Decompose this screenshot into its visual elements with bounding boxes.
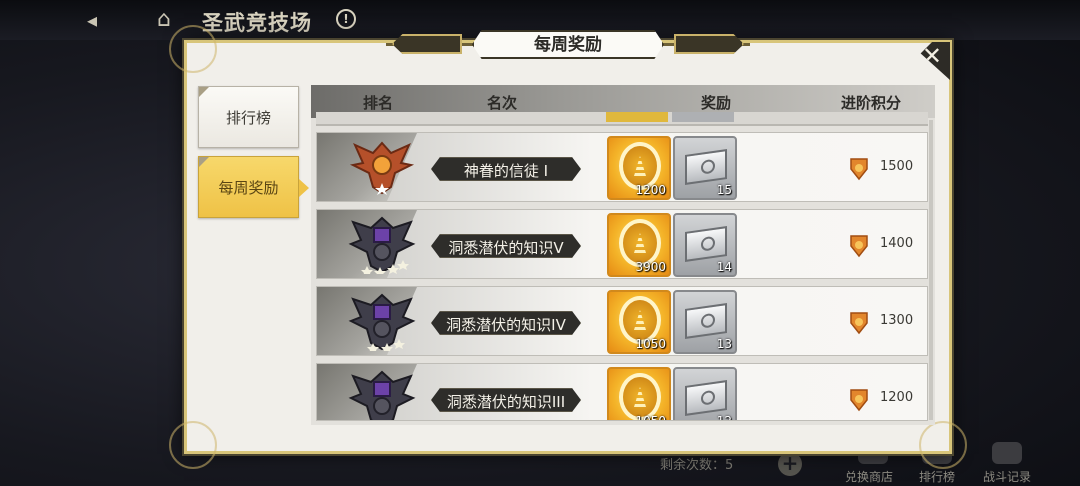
header-title: 名次 bbox=[487, 94, 518, 112]
table-row[interactable]: 洞悉潜伏的知识IV 1050 13 1300 bbox=[316, 286, 928, 356]
header-rank: 排名 bbox=[363, 94, 394, 112]
rank-title: 神眷的信徒 I bbox=[463, 162, 549, 180]
info-icon[interactable]: ! bbox=[336, 9, 356, 29]
active-tab-arrow bbox=[299, 179, 309, 197]
dialog-title: 每周奖励 bbox=[472, 30, 664, 59]
table-row[interactable]: 洞悉潜伏的知识III 1050 12 1200 bbox=[316, 363, 928, 421]
table-row[interactable]: 神眷的信徒 I 1200 15 1500 bbox=[316, 132, 928, 202]
shadow-rank-emblem-icon bbox=[348, 293, 416, 351]
coin-icon bbox=[606, 112, 668, 122]
tab-corner bbox=[199, 157, 209, 167]
medal-icon bbox=[850, 389, 868, 412]
points-value: 1300 bbox=[880, 313, 914, 328]
tab-weekly-reward[interactable]: 每周奖励 bbox=[198, 156, 309, 218]
rank-title-label: 神眷的信徒 I bbox=[431, 157, 581, 181]
tab-label: 排行榜 bbox=[225, 109, 271, 127]
chest-reward[interactable]: 12 bbox=[673, 367, 737, 421]
chest-icon bbox=[672, 112, 734, 122]
points-value: 1200 bbox=[880, 390, 914, 405]
exchange-shop-button[interactable]: 兑换商店 bbox=[845, 468, 893, 485]
corner-ornament bbox=[919, 421, 967, 469]
rank-title-label: 洞悉潜伏的知识IV bbox=[431, 311, 581, 335]
chest-count: 13 bbox=[716, 337, 732, 351]
coin-reward[interactable]: 1200 bbox=[607, 136, 671, 200]
add-attempts-button[interactable]: + bbox=[778, 452, 802, 476]
coin-reward[interactable]: 3900 bbox=[607, 213, 671, 277]
coin-reward[interactable]: 1050 bbox=[607, 290, 671, 354]
shadow-rank-emblem-icon bbox=[348, 216, 416, 274]
header-points: 进阶积分 bbox=[841, 94, 902, 112]
coin-reward[interactable]: 1050 bbox=[607, 367, 671, 421]
ranking-button[interactable]: 排行榜 bbox=[919, 468, 955, 485]
chest-count: 14 bbox=[716, 260, 732, 274]
shadow-rank-emblem-icon bbox=[348, 370, 416, 420]
points-value: 1400 bbox=[880, 236, 914, 251]
table-row[interactable]: 洞悉潜伏的知识V 3900 14 1400 bbox=[316, 209, 928, 279]
rank-title: 洞悉潜伏的知识III bbox=[446, 393, 566, 411]
chest-icon bbox=[685, 380, 727, 416]
home-icon[interactable]: ⌂ bbox=[150, 6, 178, 34]
chest-icon bbox=[685, 303, 727, 339]
points-value: 1500 bbox=[880, 159, 914, 174]
battle-record-button[interactable]: 战斗记录 bbox=[983, 468, 1031, 485]
header-reward: 奖励 bbox=[701, 94, 732, 112]
chest-icon bbox=[685, 149, 727, 185]
coin-count: 1050 bbox=[635, 337, 666, 351]
coin-count: 3900 bbox=[635, 260, 666, 274]
corner-ornament bbox=[169, 421, 217, 469]
tab-ranking[interactable]: 排行榜 bbox=[198, 86, 299, 148]
tab-corner bbox=[199, 87, 209, 97]
list-scrollbar[interactable] bbox=[929, 120, 933, 420]
chest-count: 12 bbox=[716, 414, 732, 421]
chest-reward[interactable]: 13 bbox=[673, 290, 737, 354]
rank-title: 洞悉潜伏的知识V bbox=[448, 239, 564, 257]
phoenix-rank-emblem-icon bbox=[349, 141, 415, 195]
title-ornament-left bbox=[392, 34, 462, 54]
chest-count: 15 bbox=[716, 183, 732, 197]
rank-title: 洞悉潜伏的知识IV bbox=[446, 316, 566, 334]
medal-icon bbox=[850, 312, 868, 335]
partial-row bbox=[316, 112, 928, 126]
corner-ornament bbox=[169, 25, 217, 73]
title-ornament-right bbox=[674, 34, 744, 54]
coin-count: 1200 bbox=[635, 183, 666, 197]
chest-reward[interactable]: 15 bbox=[673, 136, 737, 200]
battle-record-icon[interactable] bbox=[992, 442, 1022, 464]
chest-icon bbox=[685, 226, 727, 262]
coin-count: 1050 bbox=[635, 414, 666, 421]
rank-title-label: 洞悉潜伏的知识III bbox=[431, 388, 581, 412]
page-title: 圣武竞技场 bbox=[202, 11, 312, 35]
medal-icon bbox=[850, 235, 868, 258]
back-arrow-icon[interactable]: ◂ bbox=[78, 6, 106, 34]
chest-reward[interactable]: 14 bbox=[673, 213, 737, 277]
remaining-count: 剩余次数：5 bbox=[660, 458, 734, 473]
medal-icon bbox=[850, 158, 868, 181]
rank-title-label: 洞悉潜伏的知识V bbox=[431, 234, 581, 258]
dialog-title-bar: 每周奖励 bbox=[386, 28, 750, 60]
tab-label: 每周奖励 bbox=[218, 179, 279, 197]
